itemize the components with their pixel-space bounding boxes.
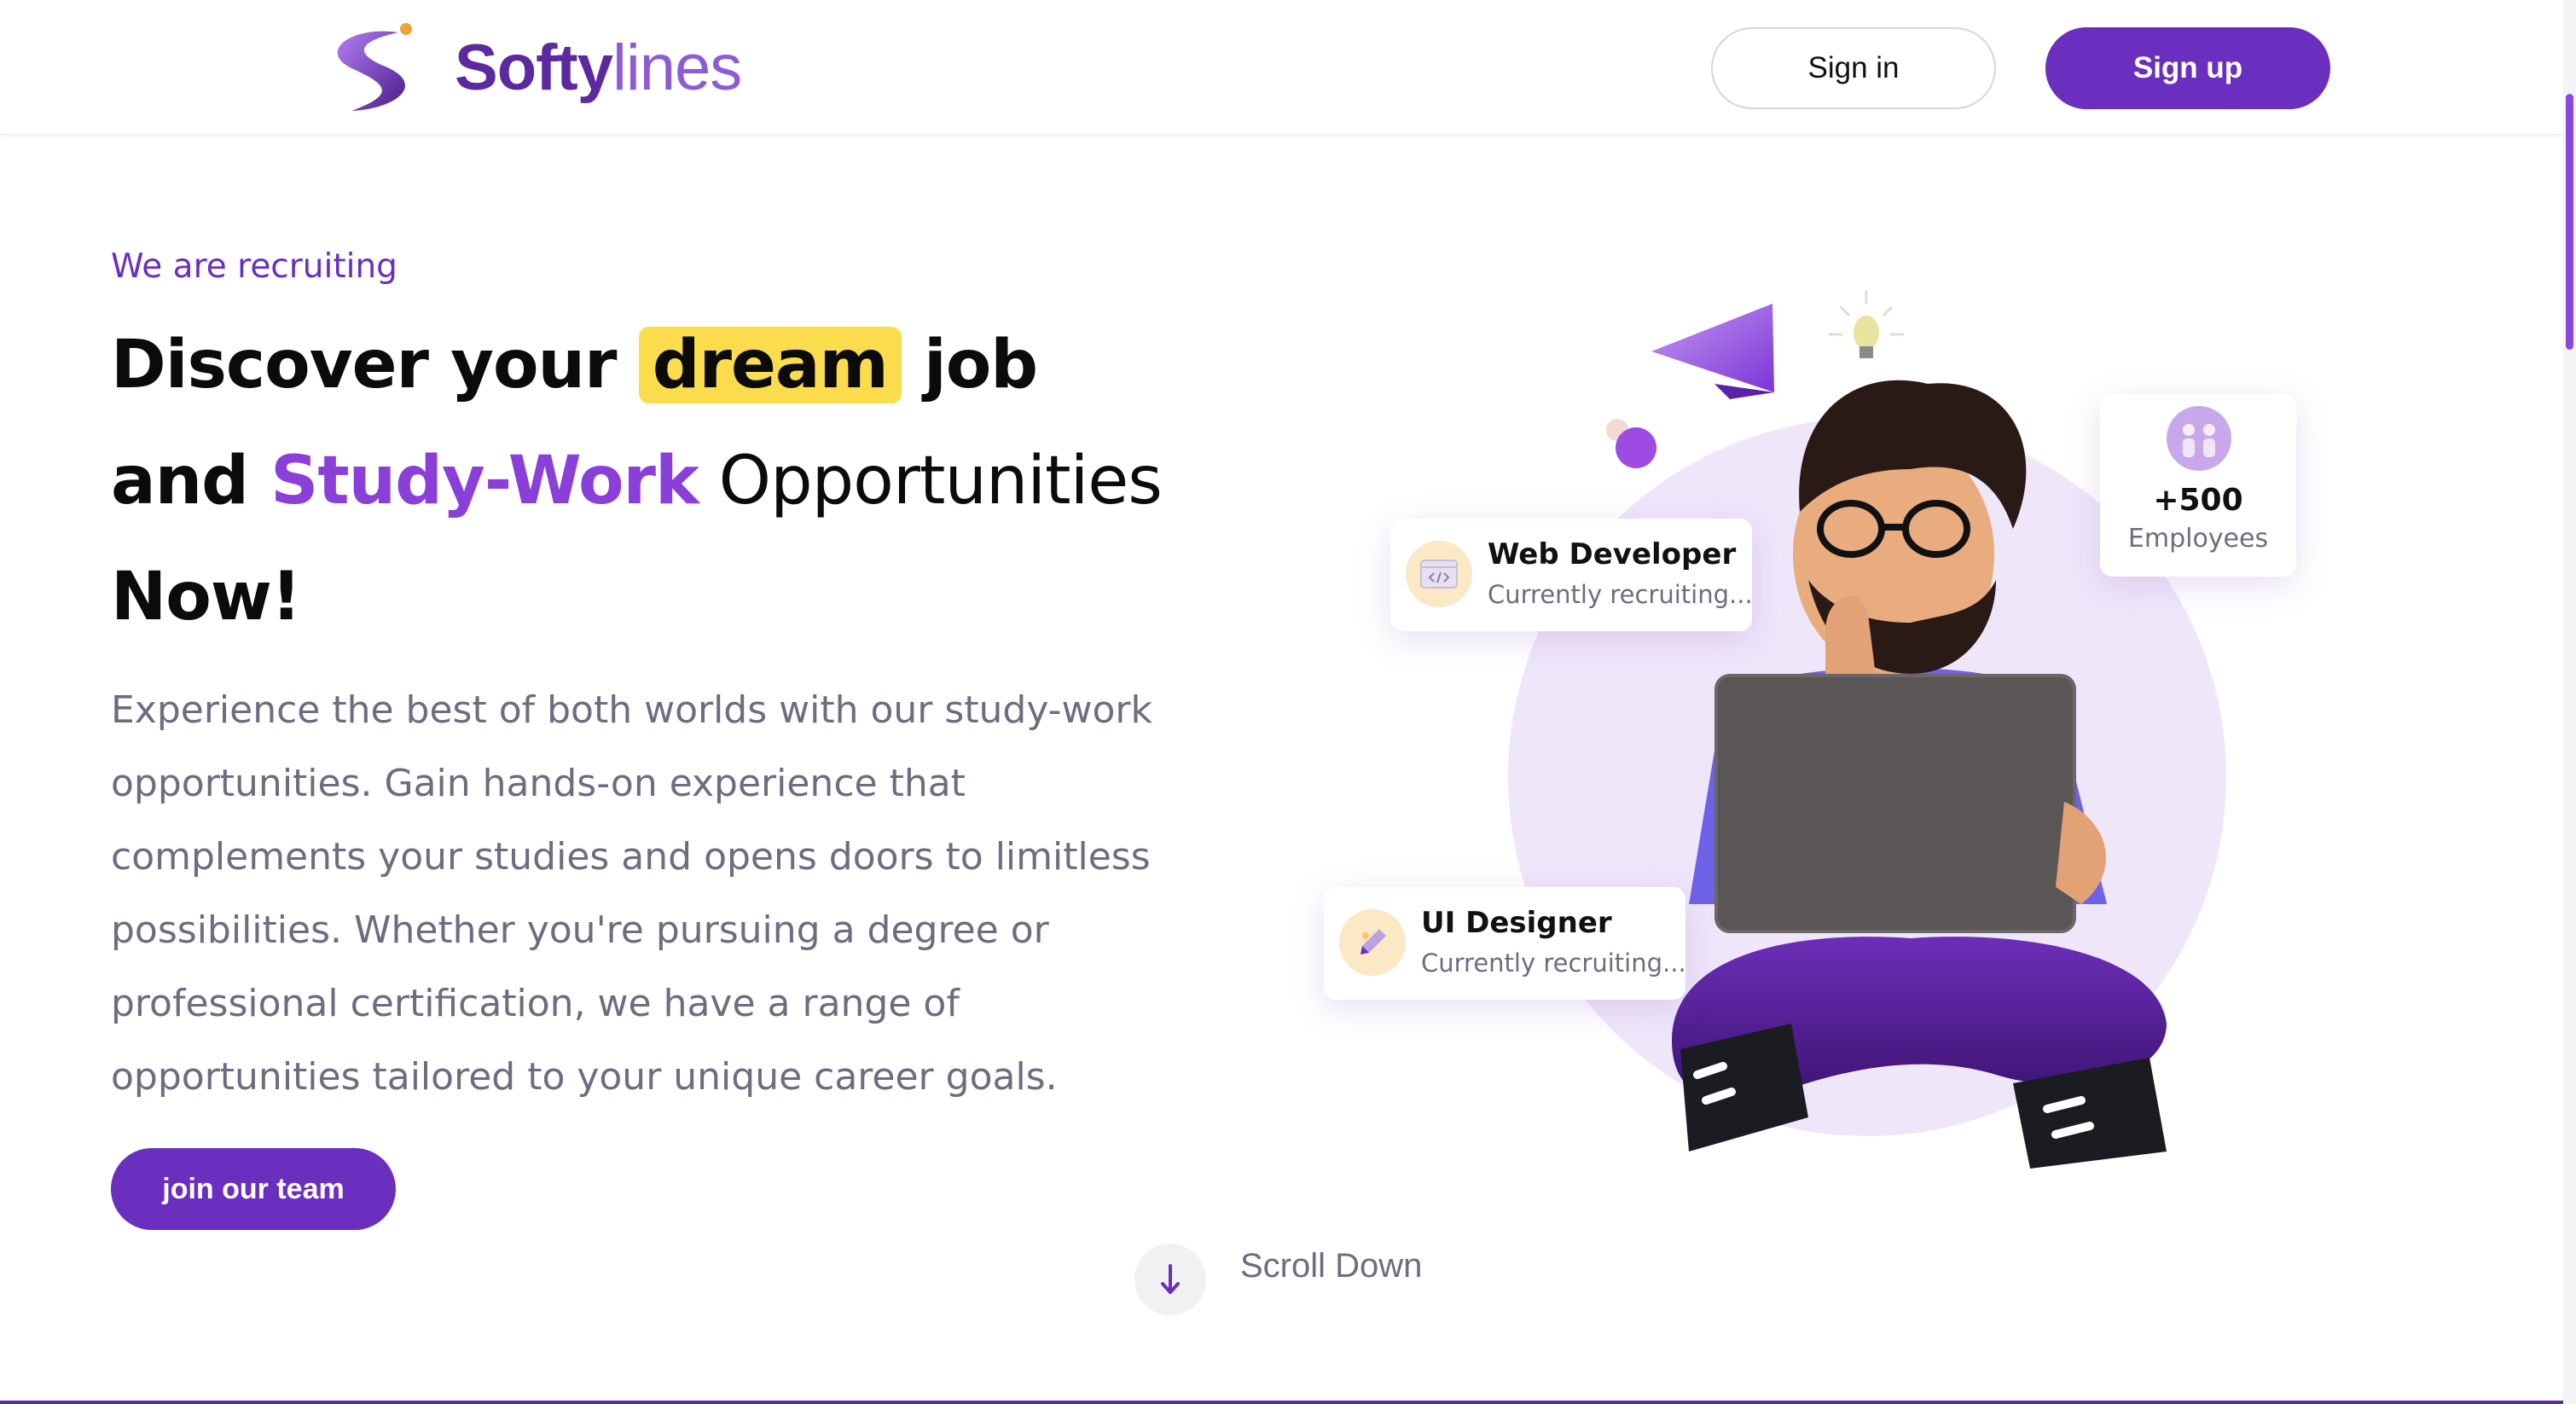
scroll-down-button[interactable] [1134,1244,1206,1315]
section-divider [0,1401,2563,1404]
ui-designer-card[interactable]: UI Designer Currently recruiting... [1324,887,1686,1000]
brand-wordmark-bold: Softy [455,32,613,104]
employees-card: +500 Employees [2100,394,2296,577]
paper-plane-icon [1651,304,1774,399]
scroll-down-label: Scroll Down [1240,1247,1423,1285]
sign-up-button[interactable]: Sign up [2045,27,2330,109]
headline-part: and [111,443,271,519]
headline-part: job [901,327,1038,403]
top-nav: Softylines Sign in Sign up [0,0,2563,135]
light-bulb-icon [1829,290,1904,358]
headline-part: Opportunities [698,443,1163,519]
brand-wordmark: Softylines [455,36,742,101]
join-our-team-button[interactable]: join our team [111,1148,396,1230]
brand-wordmark-light: lines [612,32,742,104]
hero-eyebrow: We are recruiting [111,247,397,286]
card-title: UI Designer [1421,906,1612,940]
hero-headline: Discover your dream job and Study-Work O… [111,307,1305,655]
card-subtitle: Currently recruiting... [1488,580,1753,609]
sign-in-button[interactable]: Sign in [1711,27,1996,109]
employee-label: Employees [2127,524,2269,554]
code-window-icon [1406,541,1472,607]
pen-tool-icon [1339,909,1406,976]
card-title: Web Developer [1488,537,1737,571]
headline-part: Now! [111,559,301,635]
hero-description: Experience the best of both worlds with … [111,688,1152,1099]
headline-highlight-study-work: Study-Work [270,443,699,519]
laptop-icon [1714,674,2076,933]
employee-count: +500 [2153,483,2243,518]
team-avatar-icon [2167,406,2231,471]
scrollbar-thumb[interactable] [2566,94,2573,350]
brand-logo[interactable]: Softylines [317,17,742,119]
logo-swoosh-icon [337,23,412,111]
page-scrollbar[interactable] [2563,0,2576,1404]
web-developer-card[interactable]: Web Developer Currently recruiting... [1390,519,1753,631]
card-subtitle: Currently recruiting... [1421,949,1686,978]
headline-highlight-dream: dream [638,327,902,403]
headline-part: Discover your [111,327,639,403]
arrow-down-icon [1161,1264,1180,1294]
